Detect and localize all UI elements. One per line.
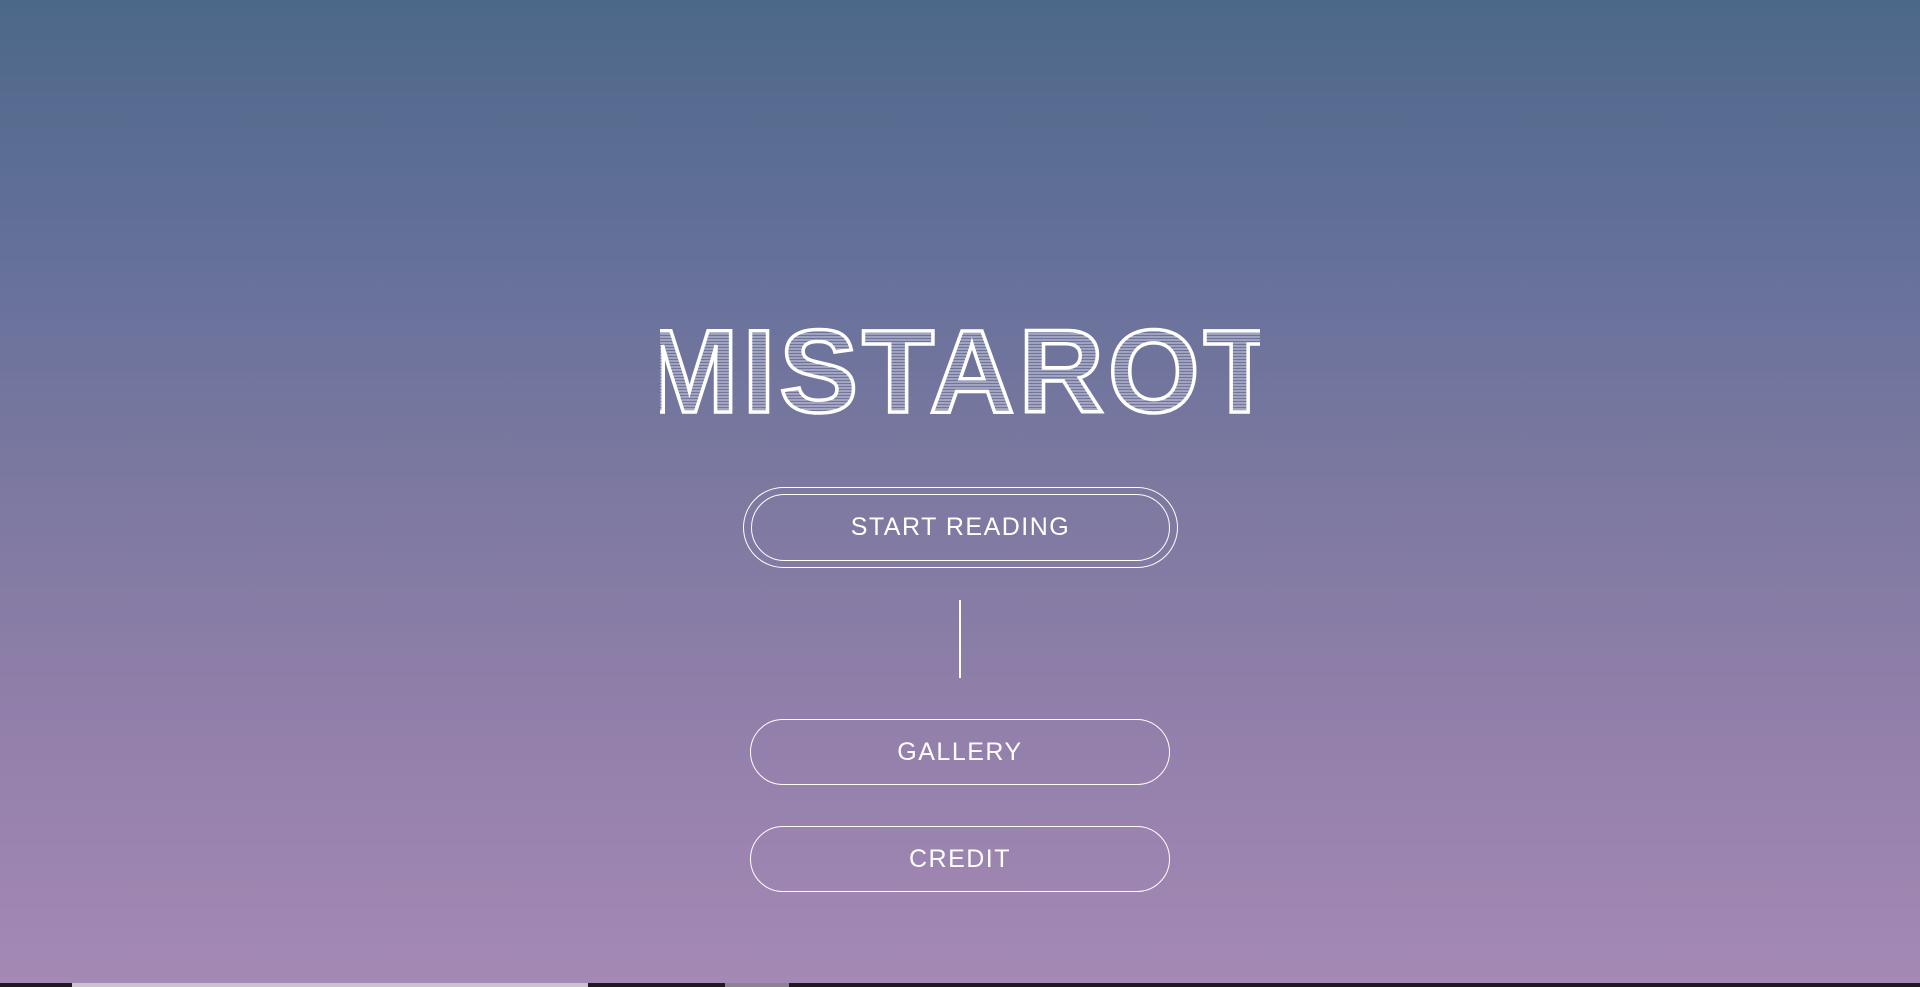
gallery-button[interactable]: GALLERY [750, 719, 1170, 785]
menu-divider [959, 600, 961, 678]
app-title: MISTAROT [660, 318, 1260, 422]
gallery-label: GALLERY [897, 737, 1023, 766]
horizontal-scrollbar-thumb[interactable] [72, 983, 588, 987]
start-reading-label: START READING [850, 513, 1071, 541]
start-reading-button[interactable]: START READING [751, 494, 1170, 561]
app-title-text: MISTAROT [660, 318, 1260, 422]
credit-button[interactable]: CREDIT [750, 826, 1170, 892]
horizontal-scrollbar-segment [725, 983, 789, 987]
credit-label: CREDIT [908, 844, 1012, 873]
